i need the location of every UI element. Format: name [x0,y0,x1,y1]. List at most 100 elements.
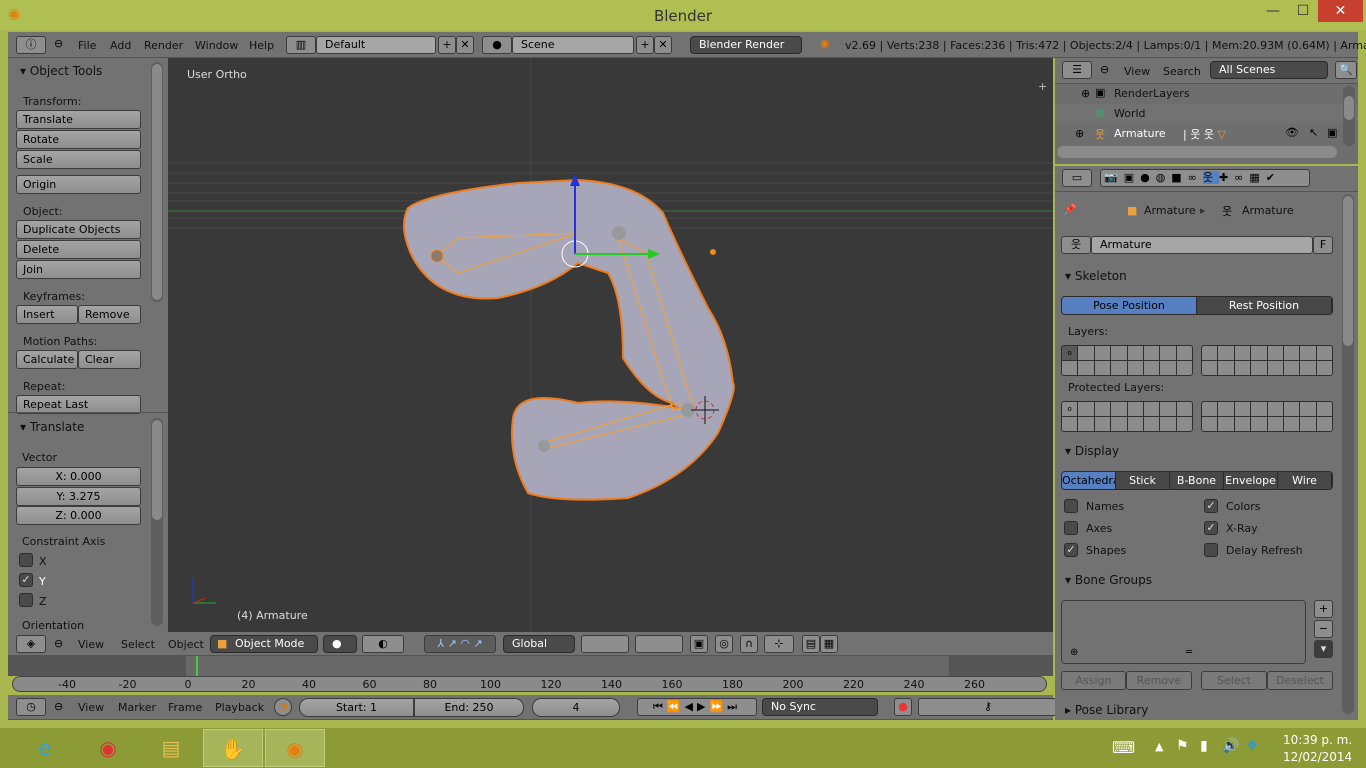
layer-button[interactable] [1234,417,1251,431]
bone-layers-grid-1[interactable]: o [1061,345,1193,376]
clear-button[interactable]: Clear [78,350,141,369]
vector-z-field[interactable]: Z: 0.000 [16,506,141,525]
layer-button[interactable] [1218,417,1234,431]
visibility-eye-icon[interactable]: 👁 [1285,126,1299,139]
layer-button[interactable] [1234,402,1251,416]
layer-button[interactable] [1094,417,1111,431]
layer-button[interactable] [1267,361,1283,375]
render-icon[interactable]: ▤ [802,635,820,653]
preview-range-icon[interactable]: ◔ [274,698,292,716]
render-camera-icon[interactable]: ▣ [1327,126,1337,139]
layer-button[interactable] [1283,402,1300,416]
outliner-editor-icon[interactable]: ☰ [1062,61,1092,79]
layer-button[interactable] [1094,402,1111,416]
properties-scrollbar[interactable] [1342,194,1354,714]
collapse-menu-icon[interactable]: ⊖ [1100,63,1109,76]
battery-icon[interactable]: ▮ [1200,738,1208,754]
layer-button[interactable] [1111,402,1127,416]
layer-button[interactable] [1218,346,1234,360]
menu-view[interactable]: View [78,638,104,651]
layer-button[interactable] [1111,346,1127,360]
layer-button[interactable] [1267,402,1283,416]
timeline-area[interactable] [8,656,1053,676]
close-button[interactable]: ✕ [1318,0,1363,22]
layer-button[interactable] [1267,346,1283,360]
collapse-menu-icon[interactable]: ⊖ [54,637,63,650]
layer-button[interactable] [1251,417,1267,431]
remove-layout-button[interactable]: ✕ [456,36,474,54]
screen-layout-icon[interactable]: ▥ [286,36,316,54]
translate-button[interactable]: Translate [16,110,141,129]
action-center-flag-icon[interactable]: ⚑ [1176,738,1189,754]
remove-keyframe-button[interactable]: Remove [78,305,141,324]
info-editor-icon[interactable]: ⓘ [16,36,46,54]
x-ray-checkbox[interactable]: ✓ [1204,521,1218,535]
menu-view[interactable]: View [78,701,104,714]
layer-button[interactable] [1111,417,1127,431]
panel-header-display[interactable]: ▾ Display [1065,444,1119,458]
layer-button[interactable] [1251,402,1267,416]
panel-header-skeleton[interactable]: ▾ Skeleton [1065,269,1127,283]
select-button[interactable]: Select [1201,671,1267,690]
delete-button[interactable]: Delete [16,240,141,259]
orientation-dropdown[interactable]: Global [503,635,575,653]
layer-button[interactable] [1111,361,1127,375]
layer-button[interactable] [1283,346,1300,360]
panel-header-pose-library[interactable]: ▸ Pose Library [1065,703,1148,717]
layer-button[interactable] [1202,361,1218,375]
menu-file[interactable]: File [78,39,96,52]
layer-button[interactable] [1267,417,1283,431]
layer-button[interactable] [1094,361,1111,375]
menu-select[interactable]: Select [121,638,155,651]
menu-render[interactable]: Render [144,39,183,52]
layer-button[interactable] [1316,417,1332,431]
origin-button[interactable]: Origin [16,175,141,194]
keying-set-field[interactable]: ⚷ [918,698,1058,716]
shapes-checkbox[interactable]: ✓ [1064,543,1078,557]
manipulator-icons[interactable]: ⅄ ↗ ◠ ↗ [424,635,496,653]
constraint-x-checkbox[interactable] [19,553,33,567]
outliner-row[interactable]: ⊕ ▣ RenderLayers [1055,84,1358,104]
layer-button[interactable] [1283,417,1300,431]
mode-stick[interactable]: Stick [1116,472,1170,489]
fake-user-button[interactable]: F [1313,236,1333,254]
armature-name-field[interactable]: Armature [1091,236,1313,254]
clock-time[interactable]: 10:39 p. m. [1283,733,1352,747]
panel-header-bone-groups[interactable]: ▾ Bone Groups [1065,573,1152,587]
collapse-menu-icon[interactable]: ⊖ [54,700,63,713]
layer-button[interactable] [1283,361,1300,375]
remove-scene-button[interactable]: ✕ [654,36,672,54]
search-icon[interactable]: 🔍 [1335,61,1357,79]
rotate-button[interactable]: Rotate [16,130,141,149]
remove-bone-group-button[interactable]: − [1314,620,1333,638]
timeline-ruler-scrollbar[interactable] [12,676,1047,692]
rest-position-button[interactable]: Rest Position [1197,297,1332,314]
shading-dropdown[interactable]: ● [323,635,357,653]
editor-type-icon[interactable]: ◈ [16,635,46,653]
vector-x-field[interactable]: X: 0.000 [16,467,141,486]
mode-wire[interactable]: Wire [1278,472,1332,489]
bone-groups-list[interactable]: ⊕ ═ [1061,600,1306,664]
layers-grid[interactable] [635,635,683,653]
layer-button[interactable] [1202,417,1218,431]
display-filter-dropdown[interactable]: All Scenes [1210,61,1328,79]
outliner-scrollbar[interactable] [1343,86,1355,146]
render-engine-dropdown[interactable]: Blender Render [690,36,802,54]
vector-y-field[interactable]: Y: 3.275 [16,487,141,506]
deselect-button[interactable]: Deselect [1267,671,1333,690]
layer-button[interactable] [1127,361,1143,375]
playback-controls[interactable]: ⏮⏪◀▶⏩⏭ [637,698,757,716]
outliner-h-scrollbar[interactable] [1057,146,1337,158]
layer-button[interactable] [1202,346,1218,360]
layer-button[interactable] [1251,346,1267,360]
mode-octahedral[interactable]: Octahedral [1062,472,1116,489]
file-explorer-icon[interactable]: ▤ [141,729,201,767]
layer-button[interactable] [1127,417,1143,431]
app-icon[interactable]: ✋ [203,729,263,767]
layer-button[interactable] [1078,346,1094,360]
menu-search[interactable]: Search [1163,65,1201,78]
layer-button[interactable] [1160,417,1176,431]
layer-button[interactable] [1078,361,1094,375]
internet-explorer-icon[interactable]: e [15,729,75,767]
record-button[interactable]: ● [894,698,912,716]
